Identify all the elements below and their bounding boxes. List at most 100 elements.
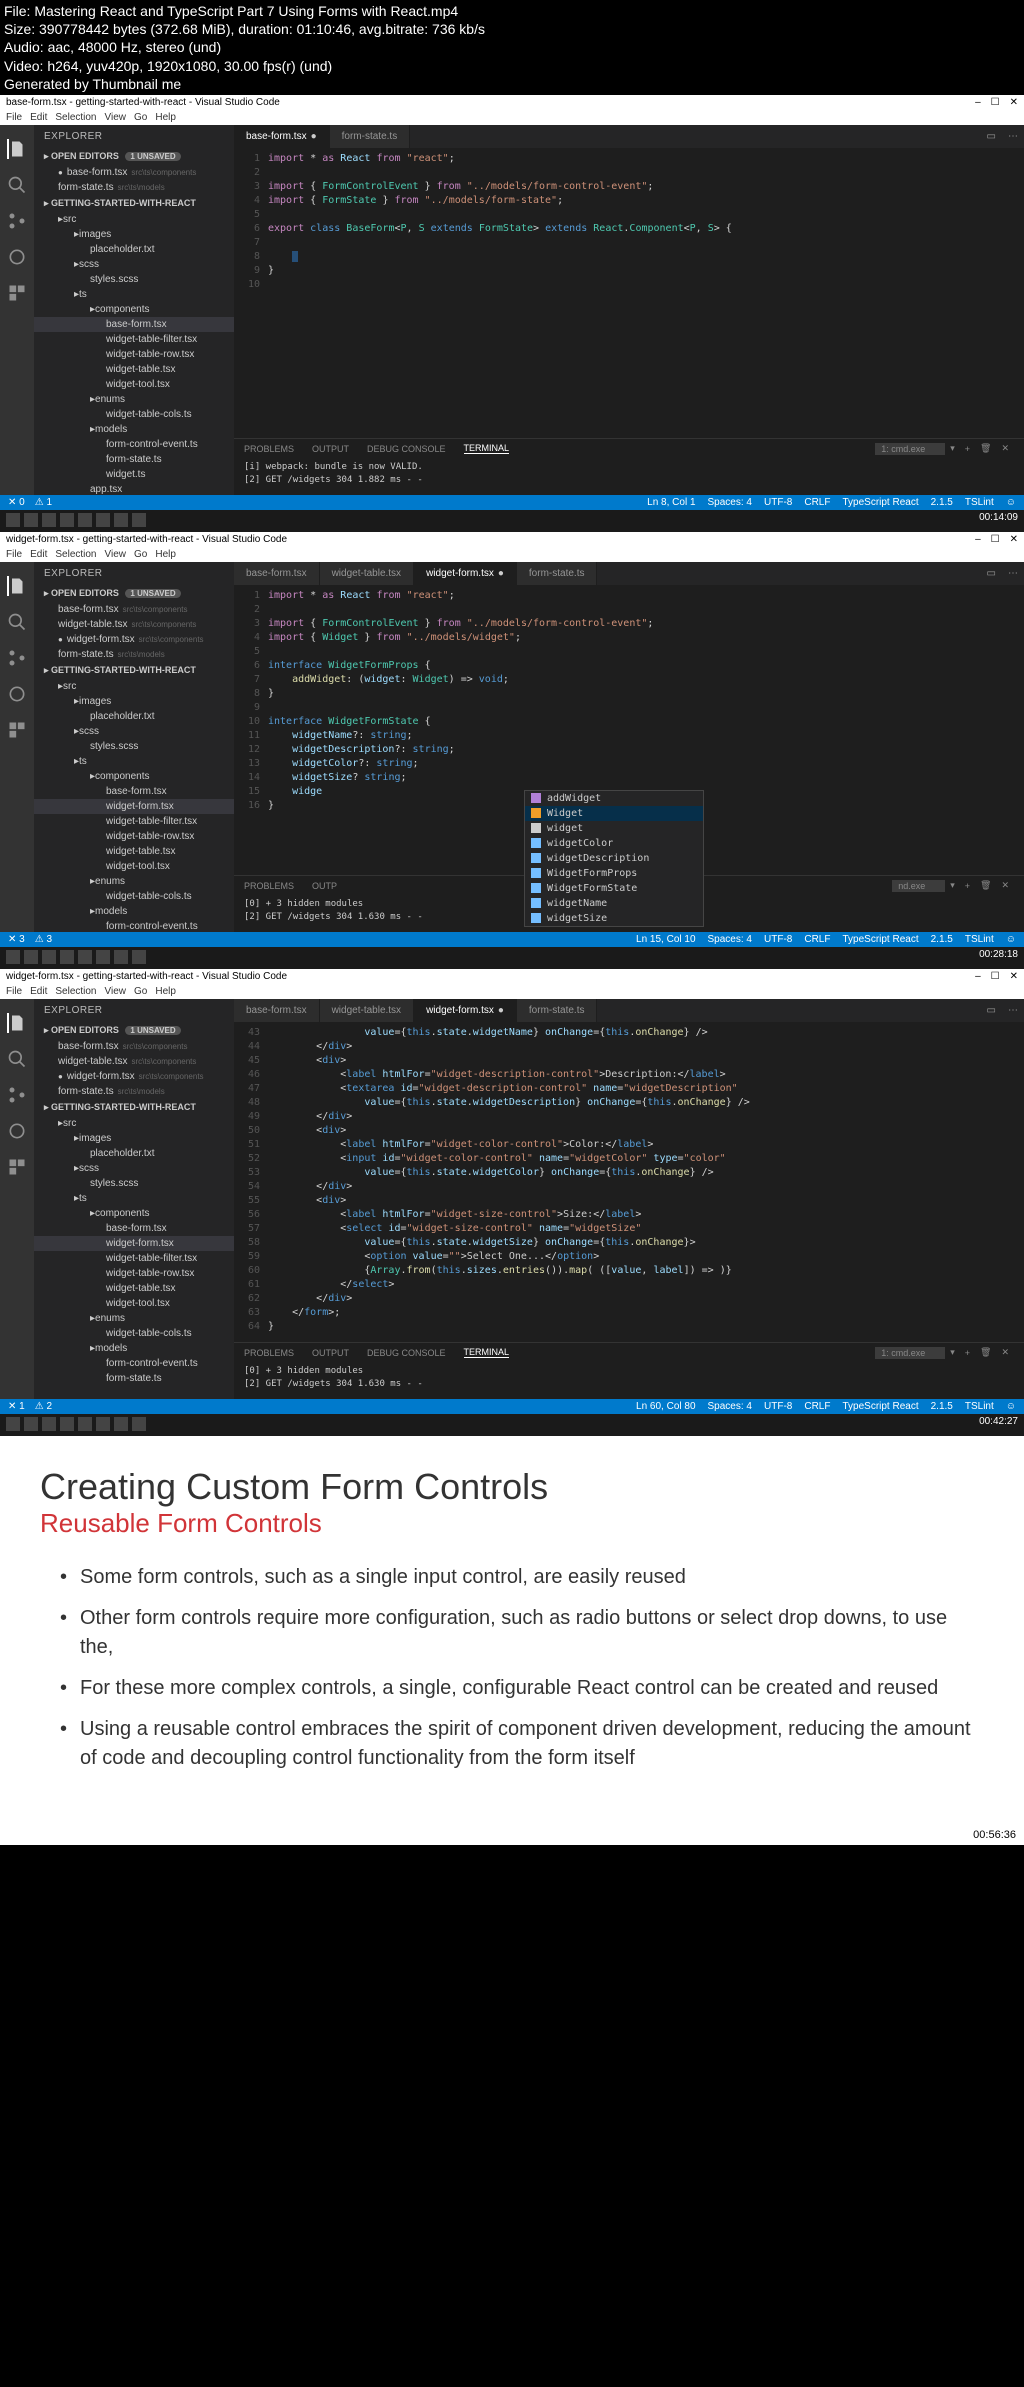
file-item[interactable]: widget-form.tsx — [34, 1236, 234, 1251]
file-item[interactable]: base-form.tsx — [34, 784, 234, 799]
file-item[interactable]: widget-tool.tsx — [34, 1296, 234, 1311]
open-editor-item[interactable]: form-state.tssrc\ts\models — [34, 180, 234, 195]
status-item[interactable]: Ln 8, Col 1 — [647, 497, 695, 508]
windows-taskbar[interactable]: 00:28:18 — [0, 947, 1024, 969]
menubar[interactable]: FileEditSelectionViewGoHelp — [0, 984, 1024, 999]
status-item[interactable]: ☺ — [1006, 497, 1016, 508]
status-item[interactable]: TSLint — [965, 497, 994, 508]
files-icon[interactable] — [7, 139, 27, 159]
extensions-icon[interactable] — [7, 283, 27, 303]
folder-item[interactable]: ▸ enums — [34, 1311, 234, 1326]
scm-icon[interactable] — [7, 648, 27, 668]
file-item[interactable]: widget-table.tsx — [34, 844, 234, 859]
search-icon[interactable] — [7, 612, 27, 632]
status-item[interactable]: CRLF — [804, 497, 830, 508]
folder-item[interactable]: ▸ src — [34, 212, 234, 227]
editor-tab[interactable]: form-state.ts — [517, 999, 598, 1022]
open-editor-item[interactable]: form-state.tssrc\ts\models — [34, 1084, 234, 1099]
search-icon[interactable] — [7, 175, 27, 195]
terminal-shell-select[interactable]: 1: cmd.exe — [875, 443, 945, 455]
open-editor-item[interactable]: ●widget-form.tsxsrc\ts\components — [34, 1069, 234, 1084]
status-item[interactable]: UTF-8 — [764, 1401, 792, 1412]
file-item[interactable]: placeholder.txt — [34, 242, 234, 257]
status-item[interactable]: ⚠ 3 — [35, 934, 52, 945]
folder-item[interactable]: ▸ enums — [34, 392, 234, 407]
kill-terminal-icon[interactable]: 🗑 — [980, 1347, 991, 1358]
kill-terminal-icon[interactable]: 🗑 — [980, 443, 991, 454]
editor-tab[interactable]: form-state.ts — [330, 125, 411, 148]
file-item[interactable]: form-control-event.ts — [34, 1356, 234, 1371]
terminal-shell-select[interactable]: 1: cmd.exe — [875, 1347, 945, 1359]
file-item[interactable]: widget-tool.tsx — [34, 859, 234, 874]
editor-tab[interactable]: base-form.tsx● — [234, 125, 330, 148]
file-item[interactable]: form-control-event.ts — [34, 919, 234, 932]
status-bar[interactable]: ✕ 3⚠ 3Ln 15, Col 10Spaces: 4UTF-8CRLFTyp… — [0, 932, 1024, 947]
status-item[interactable]: Spaces: 4 — [708, 934, 752, 945]
folder-item[interactable]: ▸ components — [34, 769, 234, 784]
close-panel-icon[interactable]: ✕ — [1001, 880, 1009, 891]
debug-icon[interactable] — [7, 247, 27, 267]
file-item[interactable]: form-control-event.ts — [34, 437, 234, 452]
debug-icon[interactable] — [7, 684, 27, 704]
status-item[interactable]: ⚠ 2 — [35, 1401, 52, 1412]
menubar[interactable]: FileEditSelectionViewGoHelp — [0, 547, 1024, 562]
open-editor-item[interactable]: base-form.tsxsrc\ts\components — [34, 602, 234, 617]
split-editor-icon[interactable]: ▭ — [987, 131, 996, 142]
open-editor-item[interactable]: form-state.tssrc\ts\models — [34, 647, 234, 662]
status-item[interactable]: Ln 60, Col 80 — [636, 1401, 696, 1412]
status-item[interactable]: Spaces: 4 — [708, 1401, 752, 1412]
open-editor-item[interactable]: widget-table.tsxsrc\ts\components — [34, 617, 234, 632]
file-item[interactable]: widget-table.tsx — [34, 362, 234, 377]
file-item[interactable]: widget-table-cols.ts — [34, 407, 234, 422]
more-icon[interactable]: ⋯ — [1008, 568, 1018, 579]
autocomplete-item[interactable]: WidgetFormProps — [525, 866, 703, 881]
project-header[interactable]: ▸ GETTING-STARTED-WITH-REACT — [34, 195, 234, 212]
status-item[interactable]: Spaces: 4 — [708, 497, 752, 508]
status-item[interactable]: ☺ — [1006, 1401, 1016, 1412]
open-editor-item[interactable]: widget-table.tsxsrc\ts\components — [34, 1054, 234, 1069]
status-item[interactable]: ✕ 3 — [8, 934, 25, 945]
status-item[interactable]: ⚠ 1 — [35, 497, 52, 508]
file-item[interactable]: styles.scss — [34, 1176, 234, 1191]
debug-console-tab[interactable]: DEBUG CONSOLE — [367, 444, 446, 454]
more-icon[interactable]: ⋯ — [1008, 1005, 1018, 1016]
activity-bar[interactable] — [0, 125, 34, 495]
folder-item[interactable]: ▸ images — [34, 1131, 234, 1146]
file-item[interactable]: widget-tool.tsx — [34, 377, 234, 392]
open-editors-header[interactable]: ▸ OPEN EDITORS 1 UNSAVED — [34, 148, 234, 165]
status-item[interactable]: Ln 15, Col 10 — [636, 934, 696, 945]
file-item[interactable]: styles.scss — [34, 739, 234, 754]
status-item[interactable]: ✕ 0 — [8, 497, 25, 508]
file-item[interactable]: base-form.tsx — [34, 1221, 234, 1236]
folder-item[interactable]: ▸ src — [34, 1116, 234, 1131]
file-item[interactable]: placeholder.txt — [34, 709, 234, 724]
editor-tab[interactable]: widget-form.tsx● — [414, 999, 517, 1022]
folder-item[interactable]: ▸ src — [34, 679, 234, 694]
folder-item[interactable]: ▸ models — [34, 904, 234, 919]
open-editor-item[interactable]: base-form.tsxsrc\ts\components — [34, 1039, 234, 1054]
code-editor[interactable]: 4344454647484950515253545556575859606162… — [234, 1022, 1024, 1342]
autocomplete-item[interactable]: Widget — [525, 806, 703, 821]
code-content[interactable]: value={this.state.widgetName} onChange={… — [268, 1022, 1024, 1342]
status-item[interactable]: TypeScript React — [842, 497, 918, 508]
autocomplete-item[interactable]: widgetSize — [525, 911, 703, 926]
status-item[interactable]: TSLint — [965, 934, 994, 945]
status-item[interactable]: CRLF — [804, 1401, 830, 1412]
folder-item[interactable]: ▸ scss — [34, 257, 234, 272]
activity-bar[interactable] — [0, 999, 34, 1399]
terminal-output[interactable]: [0] + 3 hidden modules[2] GET /widgets 3… — [234, 1363, 1024, 1399]
folder-item[interactable]: ▸ scss — [34, 1161, 234, 1176]
file-item[interactable]: base-form.tsx — [34, 317, 234, 332]
editor-tab[interactable]: widget-table.tsx — [320, 999, 414, 1022]
windows-taskbar[interactable]: 00:14:09 — [0, 510, 1024, 532]
status-item[interactable]: 2.1.5 — [931, 1401, 953, 1412]
file-item[interactable]: placeholder.txt — [34, 1146, 234, 1161]
file-item[interactable]: widget-table-filter.tsx — [34, 332, 234, 347]
split-editor-icon[interactable]: ▭ — [987, 1005, 996, 1016]
status-item[interactable]: UTF-8 — [764, 497, 792, 508]
status-item[interactable]: CRLF — [804, 934, 830, 945]
editor-tab[interactable]: base-form.tsx — [234, 562, 320, 585]
editor-tab[interactable]: widget-form.tsx● — [414, 562, 517, 585]
open-editor-item[interactable]: ●widget-form.tsxsrc\ts\components — [34, 632, 234, 647]
file-item[interactable]: widget-table-filter.tsx — [34, 814, 234, 829]
